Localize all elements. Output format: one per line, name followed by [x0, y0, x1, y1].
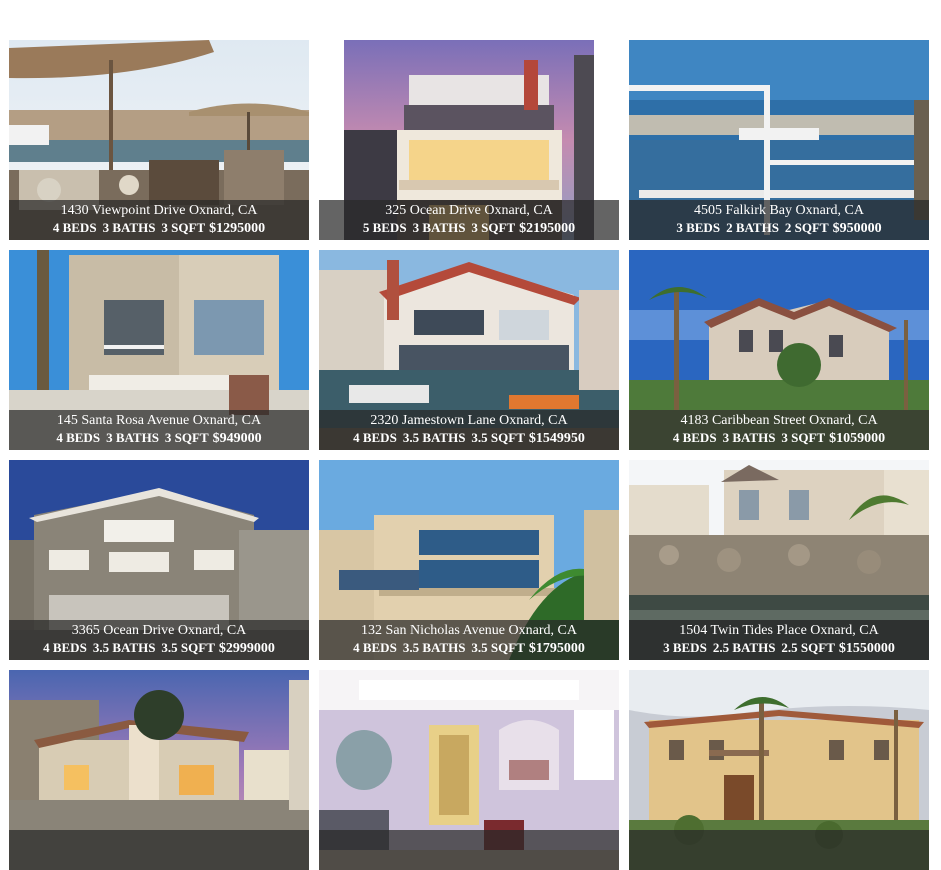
listing-address: 3365 Ocean Drive Oxnard, CA — [71, 623, 247, 638]
listing-caption: 4505 Falkirk Bay Oxnard, CA 3 BEDS 2 BATH… — [629, 200, 929, 240]
listing-caption: 1430 Viewpoint Drive Oxnard, CA 4 BEDS 3 … — [9, 200, 309, 240]
listing-specs: 5 BEDS 3 BATHS 3 SQFT $2195000 — [319, 220, 619, 237]
listing-sqft: 3.5 SQFT — [471, 640, 525, 655]
listing-sqft: 2 SQFT — [784, 220, 829, 235]
listing-baths: 2 BATHS — [726, 220, 779, 235]
listing-specs: 4 BEDS 3.5 BATHS 3.5 SQFT $1795000 — [319, 640, 619, 657]
listing-beds: 4 BEDS — [56, 430, 101, 445]
listing-card[interactable]: 2320 Jamestown Lane Oxnard, CA 4 BEDS 3.5… — [319, 250, 619, 450]
listing-card[interactable]: 132 San Nicholas Avenue Oxnard, CA 4 BED… — [319, 460, 619, 660]
listing-beds: 4 BEDS — [43, 640, 87, 655]
listing-baths: 3.5 BATHS — [402, 640, 466, 655]
listing-price: $1549950 — [528, 431, 585, 446]
listing-beds: 3 BEDS — [663, 640, 707, 655]
listing-address: 132 San Nicholas Avenue Oxnard, CA — [361, 623, 577, 638]
listing-caption: 325 Ocean Drive Oxnard, CA 5 BEDS 3 BATHS… — [319, 200, 619, 240]
listing-price: $2195000 — [519, 221, 576, 236]
listing-address: 145 Santa Rosa Avenue Oxnard, CA — [56, 413, 262, 428]
listing-caption — [629, 830, 929, 870]
listing-caption: 132 San Nicholas Avenue Oxnard, CA 4 BED… — [319, 620, 619, 660]
listing-specs: 4 BEDS 3 BATHS 3 SQFT $1295000 — [9, 220, 309, 237]
listing-caption — [9, 830, 309, 870]
listing-baths: 3 BATHS — [102, 220, 156, 235]
listing-baths: 3 BATHS — [412, 220, 466, 235]
listing-card[interactable] — [9, 670, 309, 870]
listing-address: 2320 Jamestown Lane Oxnard, CA — [370, 413, 568, 428]
listing-sqft: 2.5 SQFT — [781, 640, 835, 655]
listing-card[interactable]: 1504 Twin Tides Place Oxnard, CA 3 BEDS 2… — [629, 460, 929, 660]
listing-sqft: 3 SQFT — [781, 430, 826, 445]
listing-baths: 3 BATHS — [722, 430, 776, 445]
listing-address: 4183 Caribbean Street Oxnard, CA — [680, 413, 878, 428]
listing-caption — [319, 830, 619, 870]
listing-baths: 3.5 BATHS — [402, 430, 466, 445]
listing-caption: 3365 Ocean Drive Oxnard, CA 4 BEDS 3.5 BA… — [9, 620, 309, 660]
listing-card[interactable]: 1430 Viewpoint Drive Oxnard, CA 4 BEDS 3 … — [9, 40, 309, 240]
listing-price: $1295000 — [209, 221, 266, 236]
listings-grid: 1430 Viewpoint Drive Oxnard, CA 4 BEDS 3 … — [0, 0, 941, 870]
listing-card[interactable]: 4505 Falkirk Bay Oxnard, CA 3 BEDS 2 BATH… — [629, 40, 929, 240]
listing-address — [319, 830, 619, 833]
listing-sqft: 3.5 SQFT — [161, 640, 215, 655]
listing-address — [629, 830, 929, 833]
listing-specs: 3 BEDS 2 BATHS 2 SQFT $950000 — [629, 220, 929, 237]
listing-beds: 4 BEDS — [353, 640, 397, 655]
listing-price: $950000 — [832, 221, 882, 236]
listing-address: 1504 Twin Tides Place Oxnard, CA — [679, 623, 879, 638]
listing-beds: 3 BEDS — [676, 220, 721, 235]
listing-specs: 4 BEDS 3.5 BATHS 3.5 SQFT $1549950 — [319, 430, 619, 447]
listing-card[interactable]: 325 Ocean Drive Oxnard, CA 5 BEDS 3 BATHS… — [319, 40, 619, 240]
listing-caption: 4183 Caribbean Street Oxnard, CA 4 BEDS 3… — [629, 410, 929, 450]
listing-baths: 3.5 BATHS — [92, 640, 156, 655]
listing-caption: 2320 Jamestown Lane Oxnard, CA 4 BEDS 3.5… — [319, 410, 619, 450]
listing-beds: 5 BEDS — [362, 220, 407, 235]
listing-sqft: 3 SQFT — [471, 220, 516, 235]
listing-baths: 3 BATHS — [106, 430, 159, 445]
listing-baths: 2.5 BATHS — [712, 640, 776, 655]
listing-card[interactable]: 3365 Ocean Drive Oxnard, CA 4 BEDS 3.5 BA… — [9, 460, 309, 660]
listing-beds: 4 BEDS — [353, 430, 397, 445]
listing-card[interactable] — [629, 670, 929, 870]
listing-caption: 1504 Twin Tides Place Oxnard, CA 3 BEDS 2… — [629, 620, 929, 660]
listing-card[interactable]: 4183 Caribbean Street Oxnard, CA 4 BEDS 3… — [629, 250, 929, 450]
listing-specs: 4 BEDS 3 BATHS 3 SQFT $1059000 — [629, 430, 929, 447]
listing-sqft: 3 SQFT — [164, 430, 209, 445]
listing-caption: 145 Santa Rosa Avenue Oxnard, CA 4 BEDS 3… — [9, 410, 309, 450]
listing-card[interactable]: 145 Santa Rosa Avenue Oxnard, CA 4 BEDS 3… — [9, 250, 309, 450]
listing-card[interactable] — [319, 670, 619, 870]
listing-price: $1795000 — [528, 641, 585, 656]
listing-beds: 4 BEDS — [672, 430, 717, 445]
listing-sqft: 3.5 SQFT — [471, 430, 525, 445]
listing-sqft: 3 SQFT — [161, 220, 206, 235]
listing-specs: 4 BEDS 3 BATHS 3 SQFT $949000 — [9, 430, 309, 447]
listing-address: 1430 Viewpoint Drive Oxnard, CA — [60, 203, 258, 218]
listing-price: $1550000 — [838, 641, 895, 656]
listing-price: $2999000 — [218, 641, 275, 656]
listing-address: 325 Ocean Drive Oxnard, CA — [385, 203, 553, 218]
listing-price: $949000 — [212, 431, 262, 446]
listing-specs: 3 BEDS 2.5 BATHS 2.5 SQFT $1550000 — [629, 640, 929, 657]
listing-price: $1059000 — [829, 431, 886, 446]
listing-specs: 4 BEDS 3.5 BATHS 3.5 SQFT $2999000 — [9, 640, 309, 657]
listing-address: 4505 Falkirk Bay Oxnard, CA — [694, 203, 864, 218]
listing-beds: 4 BEDS — [52, 220, 97, 235]
listing-address — [9, 830, 309, 833]
